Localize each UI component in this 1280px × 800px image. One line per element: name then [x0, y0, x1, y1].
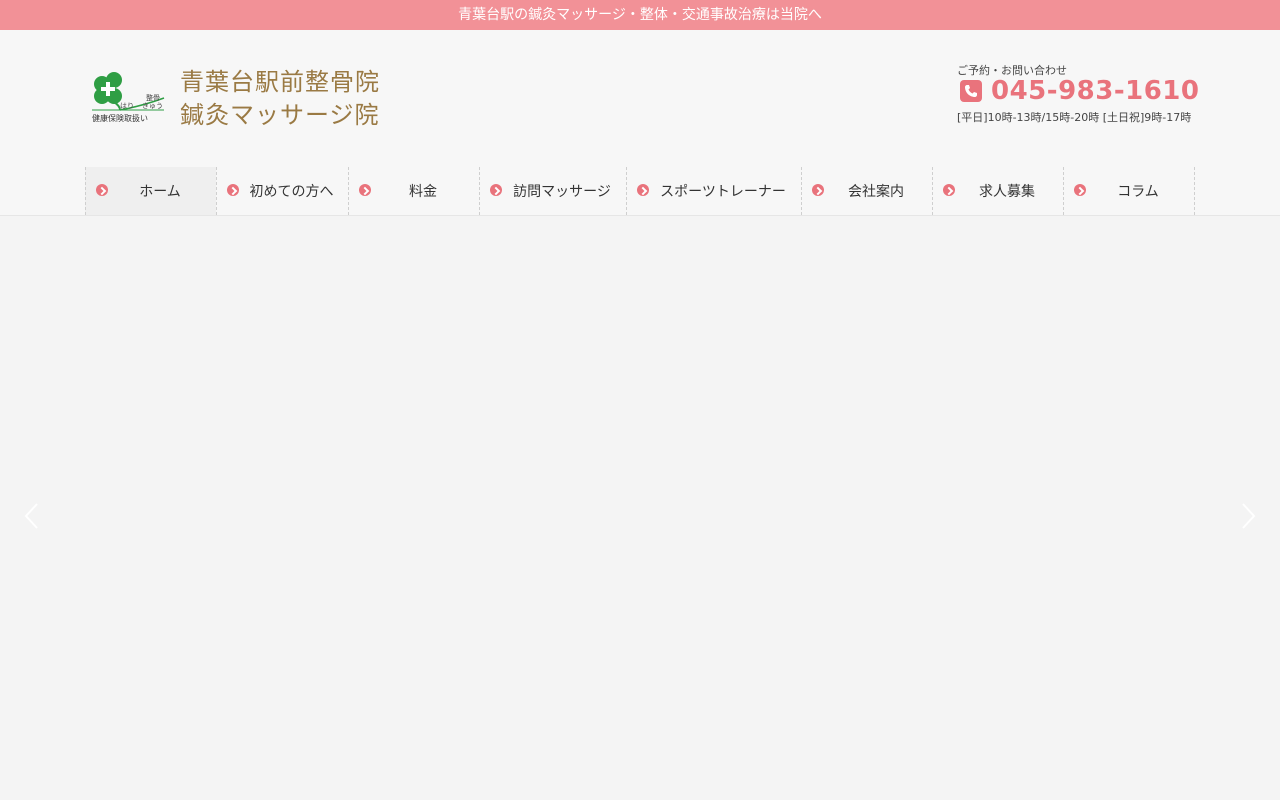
business-hours: [平日]10時-13時/15時-20時 [土日祝]9時-17時: [957, 111, 1192, 124]
chevron-right-circle-icon: [637, 184, 649, 196]
site-logo[interactable]: 整骨 はり きゅう 健康保険取扱い 青葉台駅前整骨院 鍼灸マッサージ院: [90, 66, 410, 136]
logo-title-line2: 鍼灸マッサージ院: [180, 101, 380, 129]
nav-item-home[interactable]: ホーム: [85, 167, 216, 215]
site-header: 整骨 はり きゅう 健康保険取扱い 青葉台駅前整骨院 鍼灸マッサージ院 ご予約・…: [0, 30, 1280, 216]
nav-item-pricing[interactable]: 料金: [348, 167, 479, 215]
nav-item-label: スポーツトレーナー: [660, 184, 786, 200]
chevron-right-circle-icon: [490, 184, 502, 196]
nav-item-label: 料金: [409, 184, 437, 200]
nav-item-first-time[interactable]: 初めての方へ: [216, 167, 348, 215]
chevron-right-circle-icon: [943, 184, 955, 196]
contact-block: ご予約・お問い合わせ 045-983-1610 [平日]10時-13時/15時-…: [957, 60, 1207, 130]
global-nav: ホーム 初めての方へ 料金 訪問マッサージ スポーツトレーナー 会社案内 求人募…: [85, 167, 1195, 215]
nav-item-label: 会社案内: [848, 184, 904, 200]
nav-item-label: 訪問マッサージ: [513, 184, 611, 200]
announcement-text: 青葉台駅の鍼灸マッサージ・整体・交通事故治療は当院へ: [458, 7, 822, 23]
hero-slider: [0, 216, 1280, 800]
logo-title: 青葉台駅前整骨院 鍼灸マッサージ院: [180, 66, 420, 132]
nav-item-label: 初めての方へ: [249, 184, 334, 200]
chevron-right-circle-icon: [359, 184, 371, 196]
top-announcement-bar: 青葉台駅の鍼灸マッサージ・整体・交通事故治療は当院へ: [0, 0, 1280, 30]
logo-badge-hari: はり: [120, 102, 134, 110]
nav-item-sports-trainer[interactable]: スポーツトレーナー: [626, 167, 801, 215]
clover-cross-icon: 整骨 はり きゅう 健康保険取扱い: [92, 72, 165, 123]
chevron-left-icon[interactable]: [22, 501, 42, 531]
chevron-right-circle-icon: [812, 184, 824, 196]
chevron-right-icon[interactable]: [1238, 501, 1258, 531]
logo-badge-bottom: 健康保険取扱い: [92, 113, 148, 123]
logo-badge-top: 整骨: [146, 93, 160, 102]
phone-icon: [960, 80, 982, 102]
nav-item-company[interactable]: 会社案内: [801, 167, 932, 215]
logo-badge-kyu: きゅう: [142, 102, 163, 110]
nav-item-recruit[interactable]: 求人募集: [932, 167, 1063, 215]
phone-number[interactable]: 045-983-1610: [991, 76, 1200, 106]
logo-title-line1: 青葉台駅前整骨院: [180, 68, 380, 96]
chevron-right-circle-icon: [1074, 184, 1086, 196]
nav-item-label: ホーム: [139, 184, 181, 200]
nav-item-label: コラム: [1117, 184, 1159, 200]
nav-item-home-visit-massage[interactable]: 訪問マッサージ: [479, 167, 626, 215]
nav-item-column[interactable]: コラム: [1063, 167, 1195, 215]
chevron-right-circle-icon: [96, 184, 108, 196]
nav-item-label: 求人募集: [979, 184, 1035, 200]
chevron-right-circle-icon: [227, 184, 239, 196]
